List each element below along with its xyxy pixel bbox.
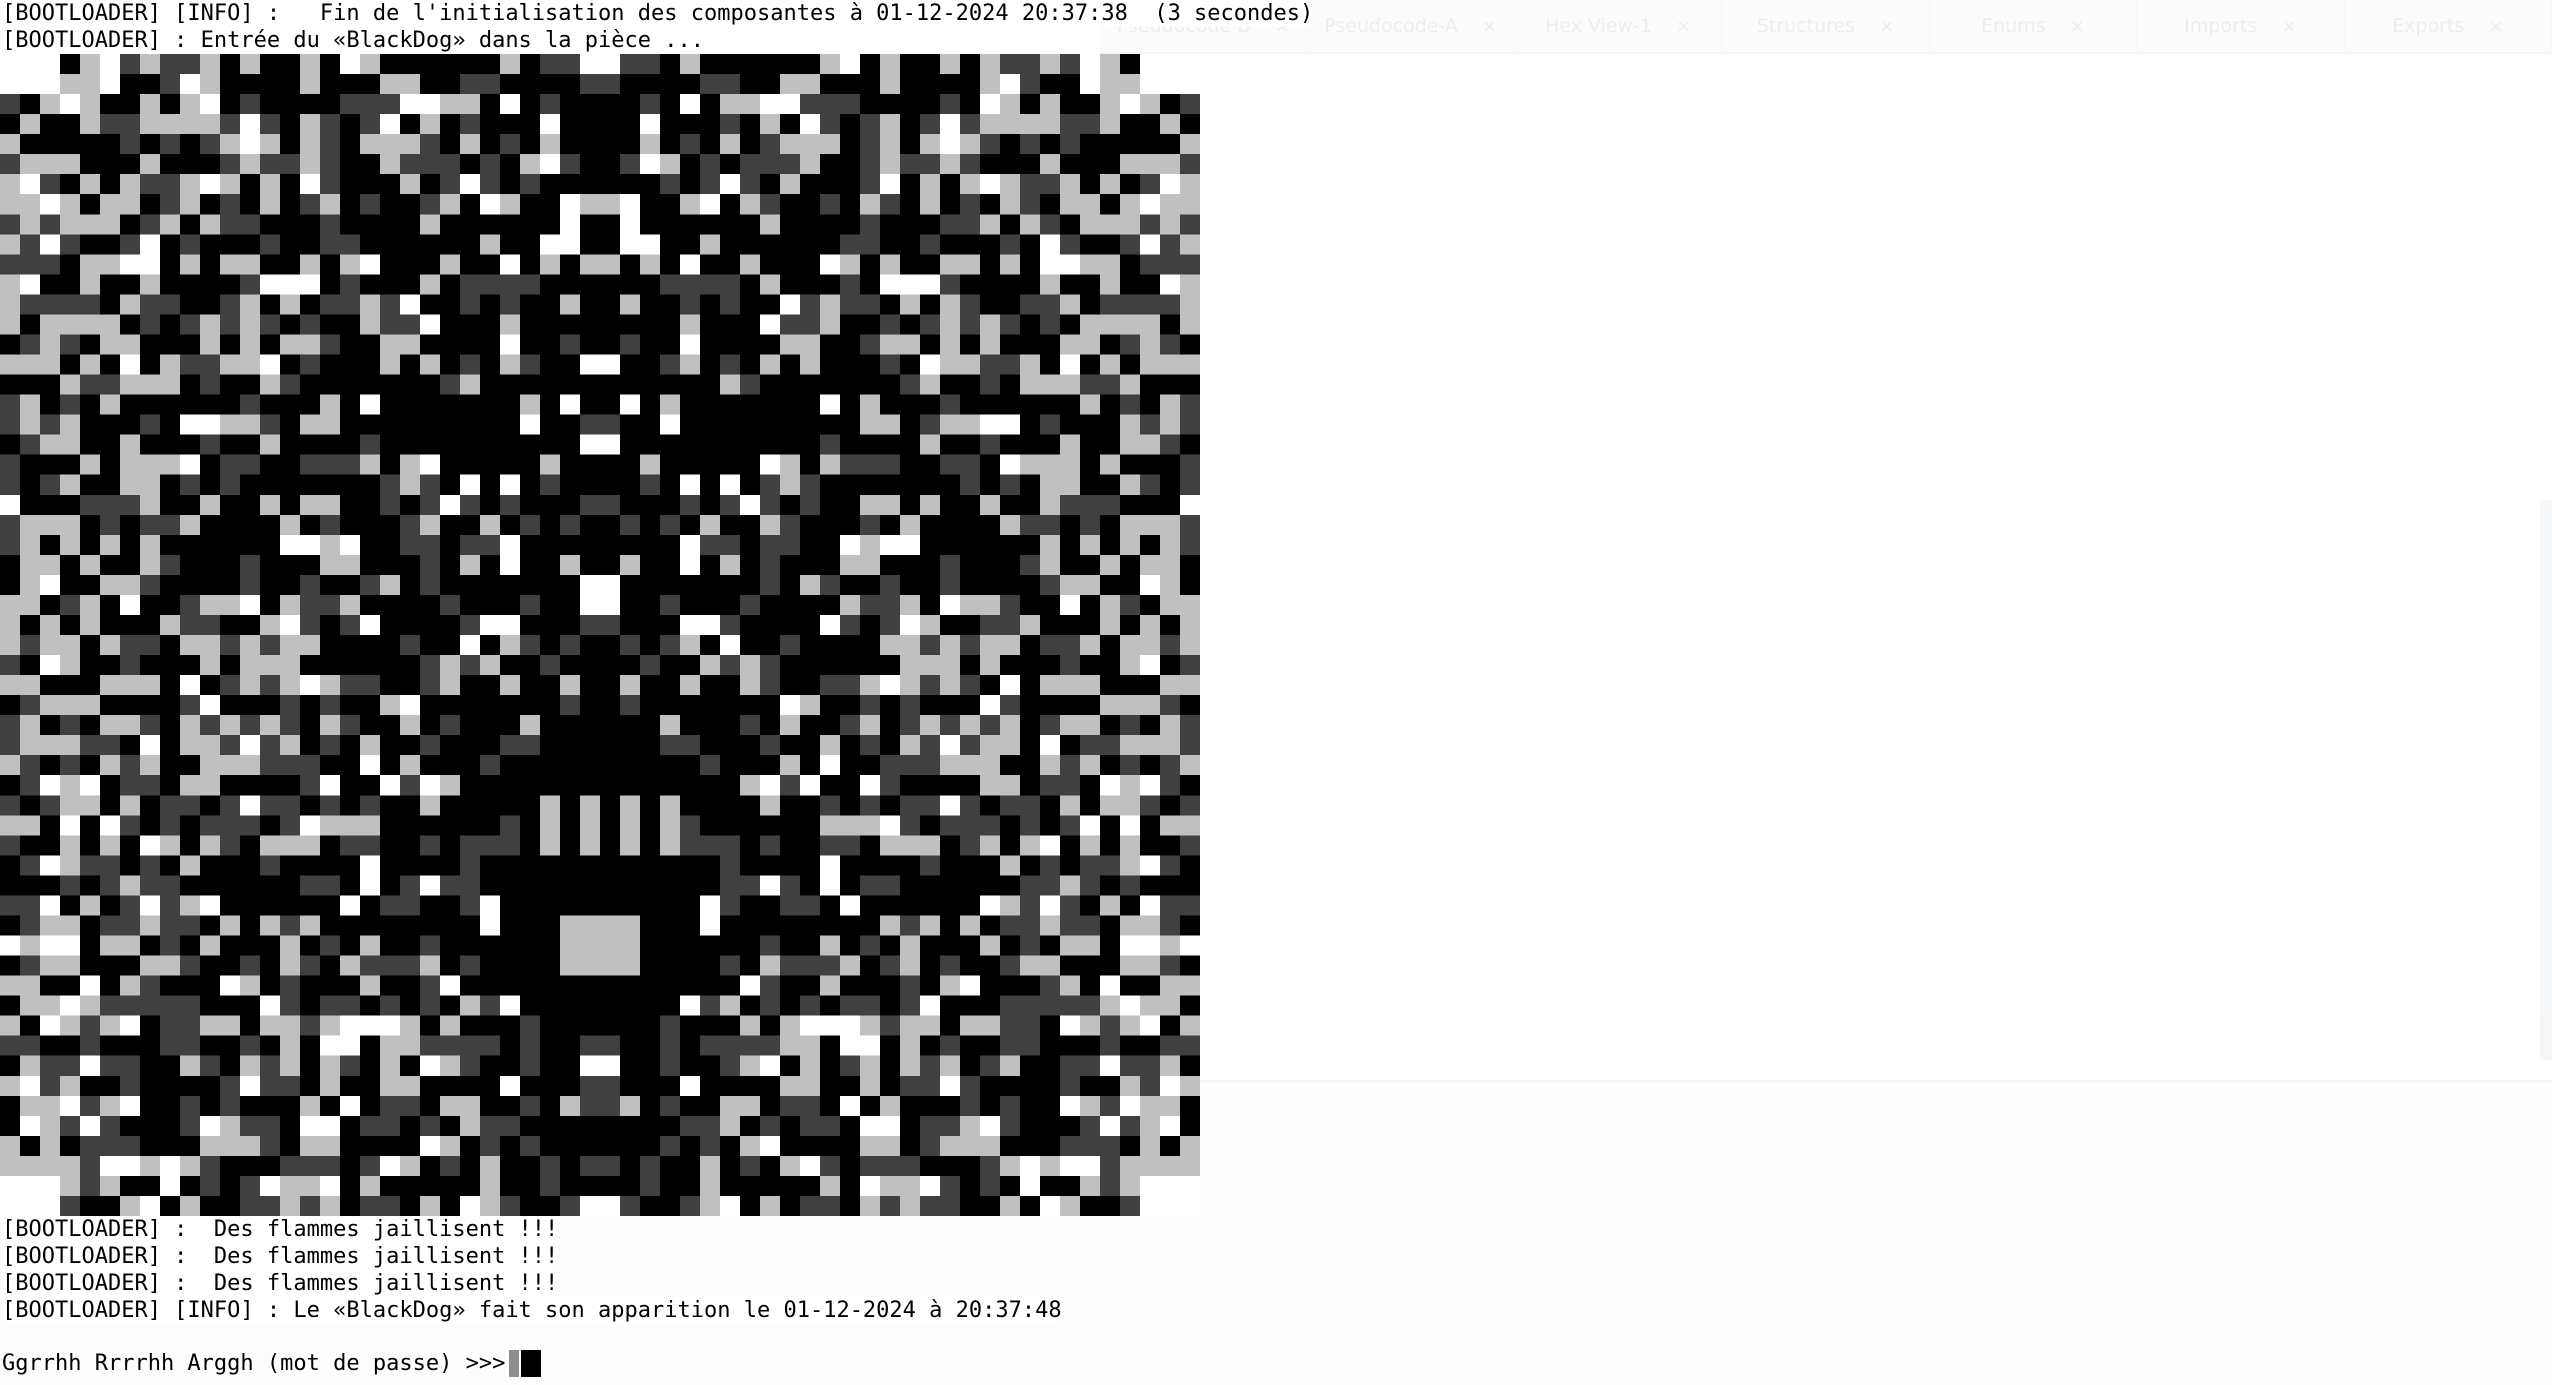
art-accent xyxy=(380,394,520,455)
art-accent xyxy=(520,755,680,1016)
art-accent xyxy=(540,795,560,856)
text-cursor[interactable] xyxy=(521,1350,542,1377)
art-accent xyxy=(660,795,680,856)
art-accent xyxy=(560,915,640,976)
art-accent xyxy=(580,795,600,856)
prompt-label: Ggrrhh Rrrrhh Arggh (mot de passe) >>> xyxy=(2,1351,506,1376)
art-accent xyxy=(680,394,820,455)
log-line: [BOOTLOADER] : Des flammes jaillisent !!… xyxy=(2,1243,559,1270)
terminal-window: [BOOTLOADER] [INFO] : Fin de l'initialis… xyxy=(0,0,2552,1383)
log-line: [BOOTLOADER] : Des flammes jaillisent !!… xyxy=(2,1270,559,1297)
log-line: [BOOTLOADER] : Des flammes jaillisent !!… xyxy=(2,1216,559,1243)
blackdog-pixel-art-icon xyxy=(0,54,1200,1216)
password-prompt[interactable]: Ggrrhh Rrrrhh Arggh (mot de passe) >>> xyxy=(2,1350,542,1377)
log-line: [BOOTLOADER] [INFO] : Fin de l'initialis… xyxy=(2,0,1314,27)
log-line: [BOOTLOADER] [INFO] : Le «BlackDog» fait… xyxy=(2,1297,1062,1324)
cursor-shadow xyxy=(509,1350,520,1377)
log-line: [BOOTLOADER] : Entrée du «BlackDog» dans… xyxy=(2,27,704,54)
art-accent xyxy=(620,795,640,856)
